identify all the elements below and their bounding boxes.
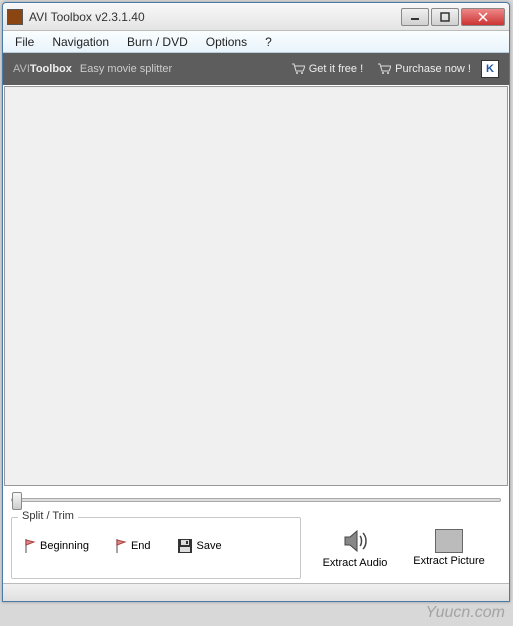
menu-file[interactable]: File xyxy=(7,33,42,51)
video-preview-area xyxy=(4,86,508,486)
window-title: AVI Toolbox v2.3.1.40 xyxy=(29,10,401,24)
speaker-icon xyxy=(341,527,369,555)
menu-options[interactable]: Options xyxy=(198,33,255,51)
timeline-slider[interactable] xyxy=(11,498,501,502)
beginning-label: Beginning xyxy=(40,540,89,552)
minimize-icon xyxy=(410,12,420,22)
watermark: Yuucn.com xyxy=(426,604,505,622)
end-label: End xyxy=(131,540,151,552)
get-free-link[interactable]: Get it free ! xyxy=(291,63,363,75)
app-window: AVI Toolbox v2.3.1.40 File Navigation Bu… xyxy=(2,2,510,602)
maximize-button[interactable] xyxy=(431,8,459,26)
end-button[interactable]: End xyxy=(111,535,155,557)
timeline-slider-area xyxy=(3,487,509,513)
extract-picture-label: Extract Picture xyxy=(413,555,485,567)
statusbar xyxy=(3,583,509,601)
extract-picture-button[interactable]: Extract Picture xyxy=(409,517,489,579)
menu-help[interactable]: ? xyxy=(257,33,280,51)
flag-icon xyxy=(115,539,127,553)
close-icon xyxy=(478,12,488,22)
menu-burn-dvd[interactable]: Burn / DVD xyxy=(119,33,196,51)
promo-toolbar: AVIToolbox Easy movie splitter Get it fr… xyxy=(3,53,509,85)
menu-navigation[interactable]: Navigation xyxy=(44,33,117,51)
cart-icon xyxy=(377,63,391,75)
brand-label: AVIToolbox xyxy=(13,63,72,75)
window-controls xyxy=(401,8,505,26)
close-button[interactable] xyxy=(461,8,505,26)
menubar: File Navigation Burn / DVD Options ? xyxy=(3,31,509,53)
slider-thumb[interactable] xyxy=(12,492,22,510)
bottom-panel: Split / Trim Beginning End Save Extract … xyxy=(3,513,509,583)
tagline: Easy movie splitter xyxy=(80,63,277,75)
cart-icon xyxy=(291,63,305,75)
purchase-link[interactable]: Purchase now ! xyxy=(377,63,471,75)
purchase-label: Purchase now ! xyxy=(395,63,471,75)
save-button[interactable]: Save xyxy=(173,534,226,558)
picture-icon xyxy=(435,529,463,553)
split-buttons: Beginning End Save xyxy=(20,534,292,558)
minimize-button[interactable] xyxy=(401,8,429,26)
get-free-label: Get it free ! xyxy=(309,63,363,75)
save-label: Save xyxy=(197,540,222,552)
kc-logo-icon[interactable]: K xyxy=(481,60,499,78)
split-legend: Split / Trim xyxy=(18,510,78,522)
beginning-button[interactable]: Beginning xyxy=(20,535,93,557)
split-trim-group: Split / Trim Beginning End Save xyxy=(11,517,301,579)
flag-icon xyxy=(24,539,36,553)
titlebar: AVI Toolbox v2.3.1.40 xyxy=(3,3,509,31)
extract-audio-label: Extract Audio xyxy=(323,557,388,569)
floppy-disk-icon xyxy=(177,538,193,554)
extract-audio-button[interactable]: Extract Audio xyxy=(315,517,395,579)
maximize-icon xyxy=(440,12,450,22)
app-icon xyxy=(7,9,23,25)
